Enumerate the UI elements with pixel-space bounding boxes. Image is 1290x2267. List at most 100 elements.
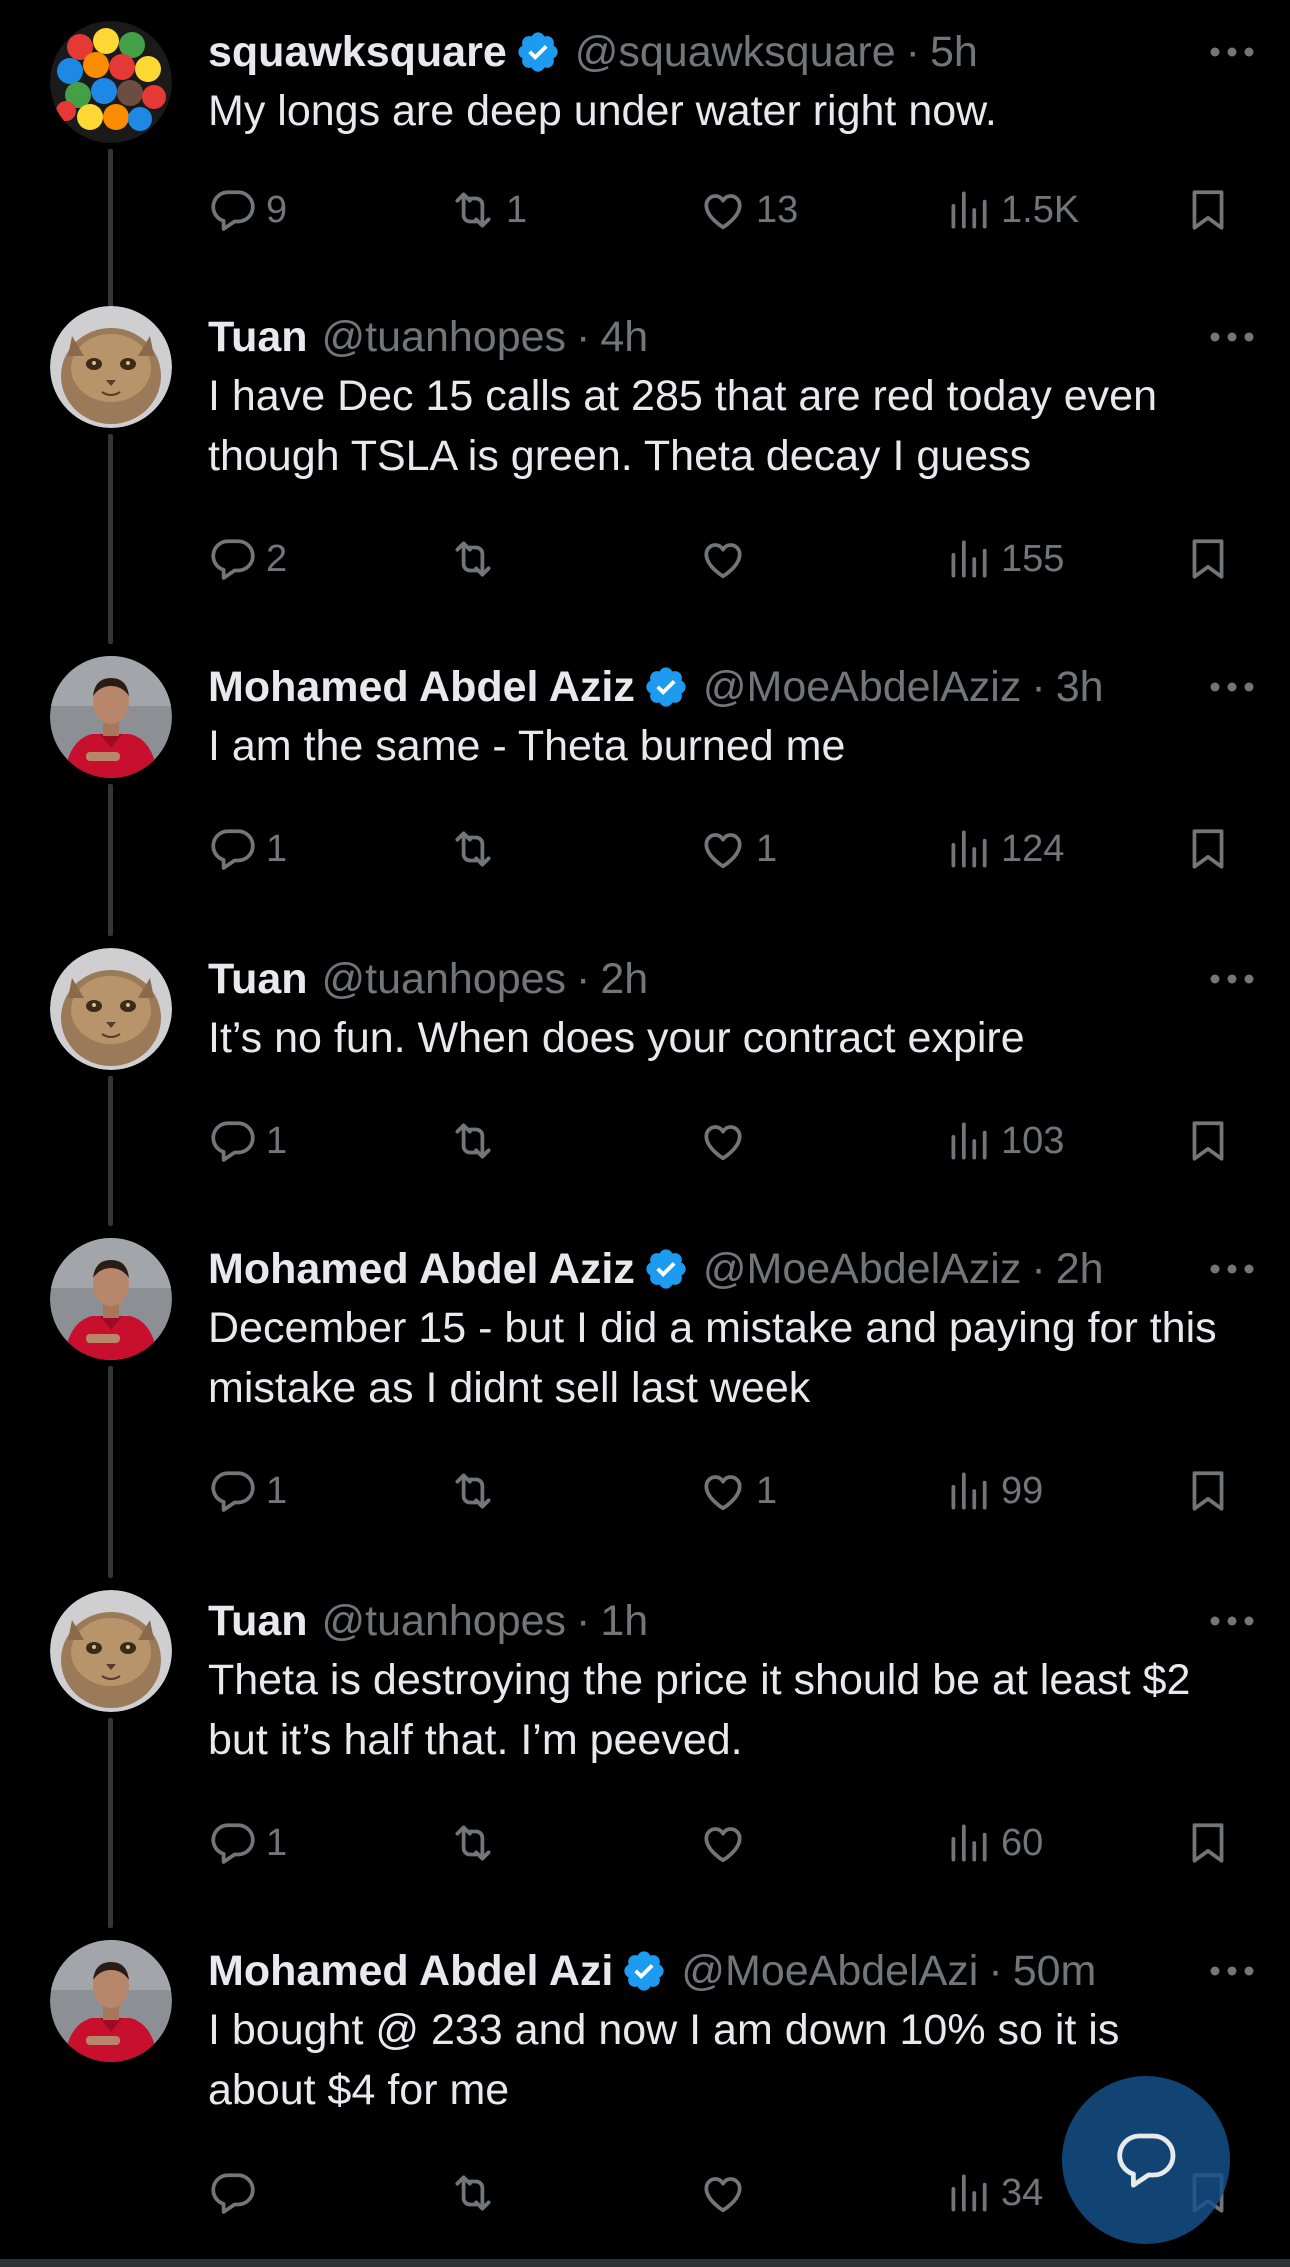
- bookmark-icon: [1192, 1823, 1224, 1863]
- bookmark-button[interactable]: [1183, 524, 1233, 594]
- separator-dot: ·: [1031, 663, 1046, 711]
- tweet-text: December 15 - but I did a mistake and pa…: [208, 1304, 1217, 1412]
- avatar[interactable]: [50, 656, 172, 778]
- handle[interactable]: @tuanhopes: [322, 948, 567, 1010]
- like-button[interactable]: [698, 524, 756, 594]
- display-name[interactable]: Tuan: [208, 306, 308, 368]
- display-name[interactable]: Mohamed Abdel Aziz: [208, 1238, 635, 1300]
- timestamp[interactable]: 2h: [1056, 1238, 1104, 1300]
- views-button[interactable]: 34: [943, 2158, 1043, 2228]
- repost-icon: [455, 831, 491, 867]
- like-button[interactable]: 13: [698, 175, 798, 245]
- repost-button[interactable]: [448, 1808, 506, 1878]
- reply-button[interactable]: 2: [208, 524, 287, 594]
- reply-button[interactable]: 1: [208, 814, 287, 884]
- repost-button[interactable]: 1: [448, 175, 527, 245]
- verified-badge-icon: [643, 1246, 689, 1292]
- view-count: 99: [1001, 1469, 1044, 1512]
- like-button[interactable]: [698, 1106, 756, 1176]
- handle[interactable]: @MoeAbdelAzi: [681, 1940, 978, 2002]
- avatar[interactable]: [50, 306, 172, 428]
- compose-reply-button[interactable]: [1062, 2076, 1230, 2244]
- handle[interactable]: @tuanhopes: [322, 306, 567, 368]
- views-button[interactable]: 155: [943, 524, 1064, 594]
- repost-button[interactable]: [448, 814, 506, 884]
- avatar[interactable]: [50, 1238, 172, 1360]
- like-count: 1: [756, 827, 778, 870]
- handle[interactable]: @MoeAbdelAziz: [703, 1238, 1022, 1300]
- more-options-icon[interactable]: [1204, 1590, 1260, 1652]
- tweet-actions: 1 1 124: [208, 814, 1248, 884]
- cat-avatar-image: [50, 306, 172, 428]
- reply-button[interactable]: [208, 2158, 266, 2228]
- more-options-icon[interactable]: [1204, 21, 1260, 83]
- reply-button[interactable]: 1: [208, 1808, 287, 1878]
- handle[interactable]: @squawksquare: [575, 21, 896, 83]
- bookmark-button[interactable]: [1183, 1808, 1233, 1878]
- bottom-divider: [0, 2259, 1290, 2267]
- bookmark-button[interactable]: [1183, 175, 1233, 245]
- verified-badge-icon: [643, 664, 689, 710]
- repost-button[interactable]: [448, 1106, 506, 1176]
- repost-icon: [455, 1473, 491, 1509]
- thread-line: [108, 1076, 113, 1226]
- bookmark-button[interactable]: [1183, 1456, 1233, 1526]
- handle[interactable]: @MoeAbdelAziz: [703, 656, 1022, 718]
- timestamp[interactable]: 3h: [1056, 656, 1104, 718]
- views-button[interactable]: 124: [943, 814, 1064, 884]
- tweet-text: My longs are deep under water right now.: [208, 87, 997, 135]
- cat-avatar-image: [50, 948, 172, 1070]
- more-options-icon[interactable]: [1204, 1940, 1260, 2002]
- reply-icon: [211, 1823, 255, 1864]
- like-button[interactable]: [698, 2158, 756, 2228]
- tweet-actions: 2 155: [208, 524, 1248, 594]
- more-options-icon[interactable]: [1204, 948, 1260, 1010]
- more-options-icon[interactable]: [1204, 306, 1260, 368]
- repost-button[interactable]: [448, 1456, 506, 1526]
- heart-icon: [704, 833, 742, 869]
- timestamp[interactable]: 1h: [600, 1590, 648, 1652]
- timestamp[interactable]: 5h: [930, 21, 978, 83]
- repost-button[interactable]: [448, 2158, 506, 2228]
- reply-button[interactable]: 9: [208, 175, 287, 245]
- display-name[interactable]: Tuan: [208, 948, 308, 1010]
- reply-button[interactable]: 1: [208, 1106, 287, 1176]
- handle[interactable]: @tuanhopes: [322, 1590, 567, 1652]
- display-name[interactable]: Tuan: [208, 1590, 308, 1652]
- like-count: 13: [756, 188, 799, 231]
- like-button[interactable]: [698, 1808, 756, 1878]
- views-button[interactable]: 1.5K: [943, 175, 1079, 245]
- tweet-header: Mohamed Abdel Aziz @MoeAbdelAziz · 3h: [208, 656, 1260, 718]
- bookmark-button[interactable]: [1183, 1106, 1233, 1176]
- reply-count: 2: [266, 537, 288, 580]
- bookmark-icon: [1192, 1121, 1224, 1161]
- cat-avatar-image: [50, 1590, 172, 1712]
- like-button[interactable]: 1: [698, 1456, 777, 1526]
- bookmark-icon: [1192, 1471, 1224, 1511]
- reply-button[interactable]: 1: [208, 1456, 287, 1526]
- display-name[interactable]: Mohamed Abdel Azi: [208, 1940, 613, 2002]
- timestamp[interactable]: 2h: [600, 948, 648, 1010]
- views-button[interactable]: 103: [943, 1106, 1064, 1176]
- display-name[interactable]: Mohamed Abdel Aziz: [208, 656, 635, 718]
- avatar[interactable]: [50, 1940, 172, 2062]
- views-button[interactable]: 60: [943, 1808, 1043, 1878]
- avatar[interactable]: [50, 948, 172, 1070]
- avatar[interactable]: [50, 21, 172, 143]
- views-chart-icon: [951, 191, 987, 229]
- display-name[interactable]: squawksquare: [208, 21, 507, 83]
- more-options-icon[interactable]: [1204, 1238, 1260, 1300]
- thread-line: [108, 149, 113, 311]
- views-button[interactable]: 99: [943, 1456, 1043, 1526]
- bookmark-button[interactable]: [1183, 814, 1233, 884]
- timestamp[interactable]: 4h: [600, 306, 648, 368]
- timestamp[interactable]: 50m: [1013, 1940, 1097, 2002]
- person-avatar-image: [50, 1238, 172, 1360]
- repost-button[interactable]: [448, 524, 506, 594]
- tweet-text: It’s no fun. When does your contract exp…: [208, 1014, 1025, 1062]
- like-button[interactable]: 1: [698, 814, 777, 884]
- avatar[interactable]: [50, 1590, 172, 1712]
- separator-dot: ·: [988, 1947, 1003, 1995]
- views-chart-icon: [951, 830, 987, 868]
- more-options-icon[interactable]: [1204, 656, 1260, 718]
